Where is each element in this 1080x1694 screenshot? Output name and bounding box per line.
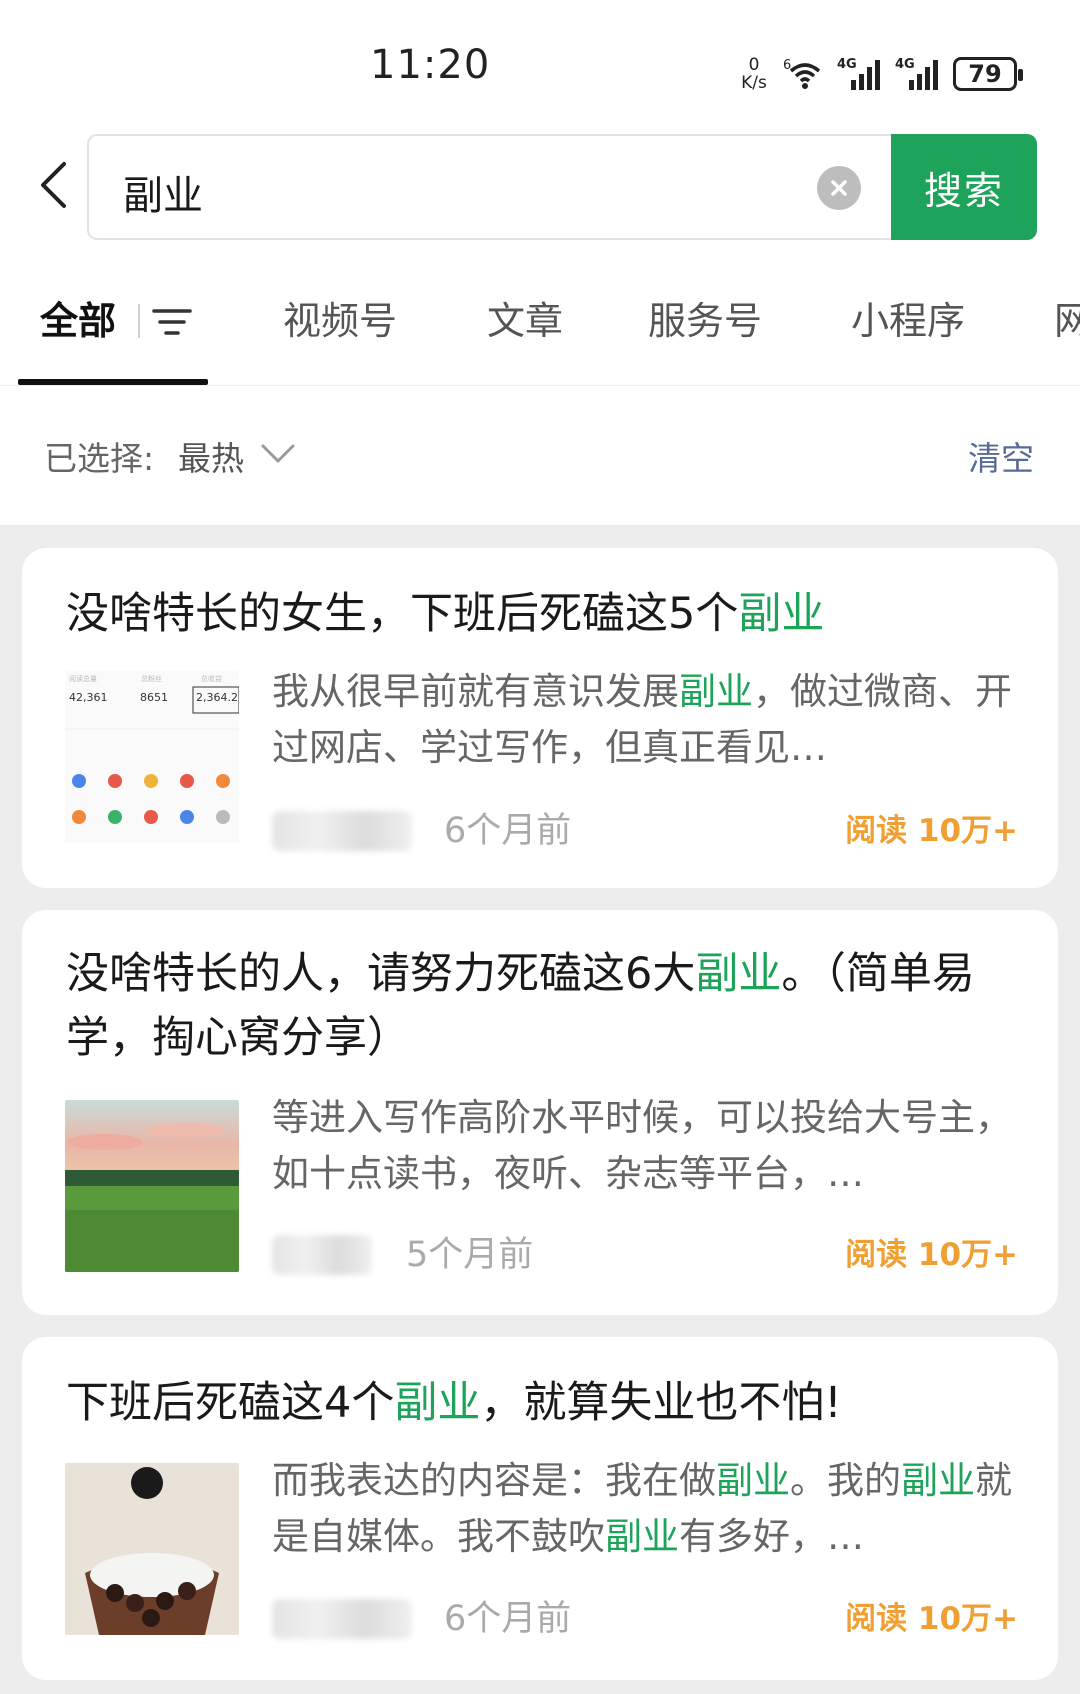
status-icons: 0 K/s 6 4G 4G 79 [735, 52, 1023, 96]
tab-mini-programs[interactable]: 小程序 [851, 290, 965, 345]
clear-filter-link[interactable]: 清空 [968, 432, 1034, 480]
svg-text:2,364.2: 2,364.2 [196, 691, 238, 704]
result-snippet: 等进入写作高阶水平时候，可以投给大号主，如十点读书，夜听、杂志等平台，… [272, 1096, 1012, 1195]
divider [0, 385, 1080, 386]
read-count: 阅读 10万+ [845, 813, 1018, 849]
tab-web[interactable]: 网 [1054, 290, 1080, 345]
wifi-icon: 6 [783, 58, 821, 89]
result-snippet: 而我表达的内容是：我在做副业。我的副业就是自媒体。我不鼓吹副业有多好，… [272, 1459, 1012, 1558]
source-name-blurred [272, 1235, 372, 1275]
search-button[interactable]: 搜索 [891, 134, 1037, 240]
svg-text:8651: 8651 [140, 691, 168, 704]
chevron-down-icon[interactable] [258, 438, 298, 470]
publish-time: 6个月前 [444, 811, 572, 851]
publish-time: 6个月前 [444, 1599, 572, 1639]
svg-text:4G: 4G [837, 57, 857, 72]
search-input[interactable]: 副业 [87, 134, 891, 240]
svg-text:总收益: 总收益 [201, 674, 222, 683]
result-card[interactable]: 下班后死磕这4个副业，就算失业也不怕! 而我表达的内容是：我在做副业。我的副业就… [22, 1337, 1058, 1680]
result-card[interactable]: 没啥特长的女生，下班后死磕这5个副业 阅读总量 总粉丝 总收益 42,361 8… [22, 548, 1058, 888]
tab-all[interactable]: 全部 [40, 290, 116, 345]
tab-separator [138, 304, 140, 338]
svg-text:阅读总量: 阅读总量 [69, 674, 97, 683]
read-count: 阅读 10万+ [845, 1237, 1018, 1273]
clear-search-icon[interactable] [817, 166, 861, 210]
result-title[interactable]: 没啥特长的人，请努力死磕这6大副业。（简单易学，掏心窝分享） [66, 942, 1016, 1070]
result-snippet: 我从很早前就有意识发展副业，做过微商、开过网店、学过写作，但真正看见… [272, 670, 1012, 769]
filter-label: 已选择: [44, 439, 155, 478]
result-thumbnail [65, 1463, 239, 1635]
result-thumbnail [65, 1100, 239, 1272]
tab-articles[interactable]: 文章 [487, 290, 563, 345]
back-button[interactable] [28, 150, 78, 220]
svg-text:4G: 4G [895, 57, 915, 72]
battery-icon: 79 [953, 57, 1023, 91]
result-title[interactable]: 没啥特长的女生，下班后死磕这5个副业 [66, 582, 1016, 646]
result-thumbnail: 阅读总量 总粉丝 总收益 42,361 8651 2,364.2 [65, 671, 239, 843]
signal-icon: 4G [837, 57, 880, 90]
tab-service-accounts[interactable]: 服务号 [648, 290, 762, 345]
status-time: 11:20 [370, 42, 491, 88]
filter-sort-value[interactable]: 最热 [178, 432, 244, 480]
svg-text:总粉丝: 总粉丝 [141, 674, 162, 683]
publish-time: 5个月前 [406, 1235, 534, 1275]
source-name-blurred [272, 811, 412, 851]
result-title[interactable]: 下班后死磕这4个副业，就算失业也不怕! [66, 1371, 1016, 1435]
source-name-blurred [272, 1599, 412, 1639]
network-speed: 0 K/s [741, 55, 767, 93]
svg-text:42,361: 42,361 [69, 691, 108, 704]
read-count: 阅读 10万+ [845, 1601, 1018, 1637]
tab-channels[interactable]: 视频号 [283, 290, 397, 345]
svg-text:6: 6 [783, 58, 791, 73]
result-card[interactable]: 没啥特长的人，请努力死磕这6大副业。（简单易学，掏心窝分享） 等进入写作高阶水平… [22, 910, 1058, 1315]
filter-icon[interactable] [152, 306, 192, 338]
signal-icon: 4G [895, 57, 938, 90]
search-query[interactable]: 副业 [123, 163, 203, 221]
chevron-left-icon [41, 162, 66, 208]
